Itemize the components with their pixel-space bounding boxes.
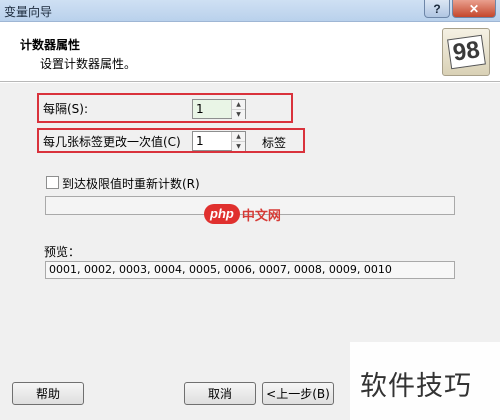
change-value[interactable]: 1 [193,132,231,150]
wizard-header: 计数器属性 设置计数器属性。 98 [0,22,500,82]
change-unit: 标签 [262,136,287,150]
counter-98-icon: 98 [442,28,490,76]
help-button[interactable]: 帮助 [12,382,84,405]
skill-watermark-text: 软件技巧 [360,371,472,402]
reset-checkbox[interactable] [46,176,59,189]
interval-arrows[interactable]: ▲ ▼ [231,100,245,119]
preview-box: 0001, 0002, 0003, 0004, 0005, 0006, 0007… [45,261,455,279]
php-watermark: php 中文网 [204,203,298,225]
stepper-up-icon[interactable]: ▲ [232,100,245,109]
change-stepper[interactable]: 1 ▲ ▼ [192,131,246,151]
php-badge: php [204,204,240,224]
stepper-down-icon[interactable]: ▼ [232,109,245,119]
help-title-button[interactable]: ? [424,0,450,18]
interval-label: 每隔(S): [43,102,89,116]
interval-value[interactable]: 1 [193,100,231,118]
page-title: 计数器属性 [20,38,81,52]
change-label: 每几张标签更改一次值(C) [43,135,181,149]
page-subtitle: 设置计数器属性。 [40,57,137,71]
title-bar: 变量向导 ? ✕ [0,0,500,22]
reset-checkbox-label[interactable]: 到达极限值时重新计数(R) [62,175,200,192]
back-button[interactable]: <上一步(B) [262,382,334,405]
stepper-down-icon[interactable]: ▼ [232,141,245,151]
counter-icon-text: 98 [446,34,486,70]
close-button[interactable]: ✕ [452,0,496,18]
php-watermark-text: 中文网 [241,208,281,224]
help-icon: ? [433,1,441,16]
stepper-up-icon[interactable]: ▲ [232,132,245,141]
cancel-button[interactable]: 取消 [184,382,256,405]
close-icon: ✕ [468,1,480,16]
interval-stepper[interactable]: 1 ▲ ▼ [192,99,246,119]
preview-label: 预览： [44,245,81,259]
skill-watermark: 软件技巧 [350,342,500,420]
window-title: 变量向导 [4,5,53,19]
change-arrows[interactable]: ▲ ▼ [231,132,245,151]
